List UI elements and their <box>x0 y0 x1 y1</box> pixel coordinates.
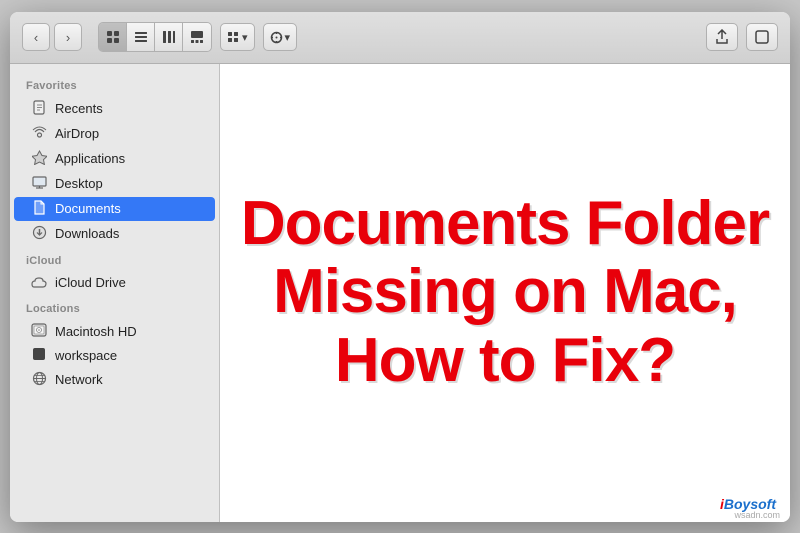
sidebar-item-downloads[interactable]: Downloads <box>14 222 215 246</box>
share-button[interactable] <box>706 23 738 51</box>
article-title: Documents Folder Missing on Mac, How to … <box>221 170 789 415</box>
icloud-header: iCloud <box>10 247 219 271</box>
macintosh-hd-label: Macintosh HD <box>55 324 137 339</box>
documents-label: Documents <box>55 201 121 216</box>
title-line3: How to Fix? <box>335 326 675 395</box>
documents-icon <box>30 200 48 218</box>
action-button[interactable]: ▾ <box>263 23 298 51</box>
sidebar: Favorites Recents <box>10 64 220 522</box>
title-line2: Missing on Mac, <box>273 257 737 326</box>
recents-label: Recents <box>55 101 103 116</box>
icloud-drive-icon <box>30 275 48 291</box>
locations-header: Locations <box>10 295 219 319</box>
sidebar-item-airdrop[interactable]: AirDrop <box>14 122 215 146</box>
favorites-header: Favorites <box>10 72 219 96</box>
column-view-button[interactable] <box>155 23 183 51</box>
title-line1: Documents Folder <box>241 189 769 258</box>
view-mode-group <box>98 22 212 52</box>
sidebar-item-macintosh-hd[interactable]: Macintosh HD <box>14 320 215 343</box>
list-view-button[interactable] <box>127 23 155 51</box>
icloud-drive-label: iCloud Drive <box>55 275 126 290</box>
desktop-label: Desktop <box>55 176 103 191</box>
content-area: Favorites Recents <box>10 64 790 522</box>
back-button[interactable]: ‹ <box>22 23 50 51</box>
title-bar: ‹ › <box>10 12 790 64</box>
workspace-label: workspace <box>55 348 117 363</box>
downloads-label: Downloads <box>55 226 119 241</box>
arrange-arrow: ▾ <box>242 31 248 44</box>
sidebar-item-applications[interactable]: Applications <box>14 147 215 171</box>
applications-label: Applications <box>55 151 125 166</box>
tag-button[interactable] <box>746 23 778 51</box>
action-arrow: ▾ <box>285 31 291 44</box>
nav-buttons: ‹ › <box>22 23 82 51</box>
arrange-button[interactable]: ▾ <box>220 23 255 51</box>
applications-icon <box>30 150 48 168</box>
sidebar-item-workspace[interactable]: workspace <box>14 344 215 367</box>
finder-window: ‹ › <box>10 12 790 522</box>
downloads-icon <box>30 225 48 243</box>
overlay-text: Documents Folder Missing on Mac, How to … <box>220 64 790 522</box>
main-panel: Documents Folder Missing on Mac, How to … <box>220 64 790 522</box>
recents-icon <box>30 100 48 118</box>
sidebar-item-recents[interactable]: Recents <box>14 97 215 121</box>
airdrop-icon <box>30 125 48 143</box>
gallery-view-button[interactable] <box>183 23 211 51</box>
watermark-site: wsadn.com <box>734 510 780 520</box>
network-label: Network <box>55 372 103 387</box>
sidebar-item-desktop[interactable]: Desktop <box>14 172 215 196</box>
network-icon <box>30 371 48 389</box>
sidebar-item-documents[interactable]: Documents <box>14 197 215 221</box>
desktop-icon <box>30 175 48 193</box>
macintosh-hd-icon <box>30 323 48 340</box>
icon-view-button[interactable] <box>99 23 127 51</box>
sidebar-item-network[interactable]: Network <box>14 368 215 392</box>
forward-button[interactable]: › <box>54 23 82 51</box>
sidebar-item-icloud-drive[interactable]: iCloud Drive <box>14 272 215 294</box>
airdrop-label: AirDrop <box>55 126 99 141</box>
workspace-icon <box>30 347 48 364</box>
